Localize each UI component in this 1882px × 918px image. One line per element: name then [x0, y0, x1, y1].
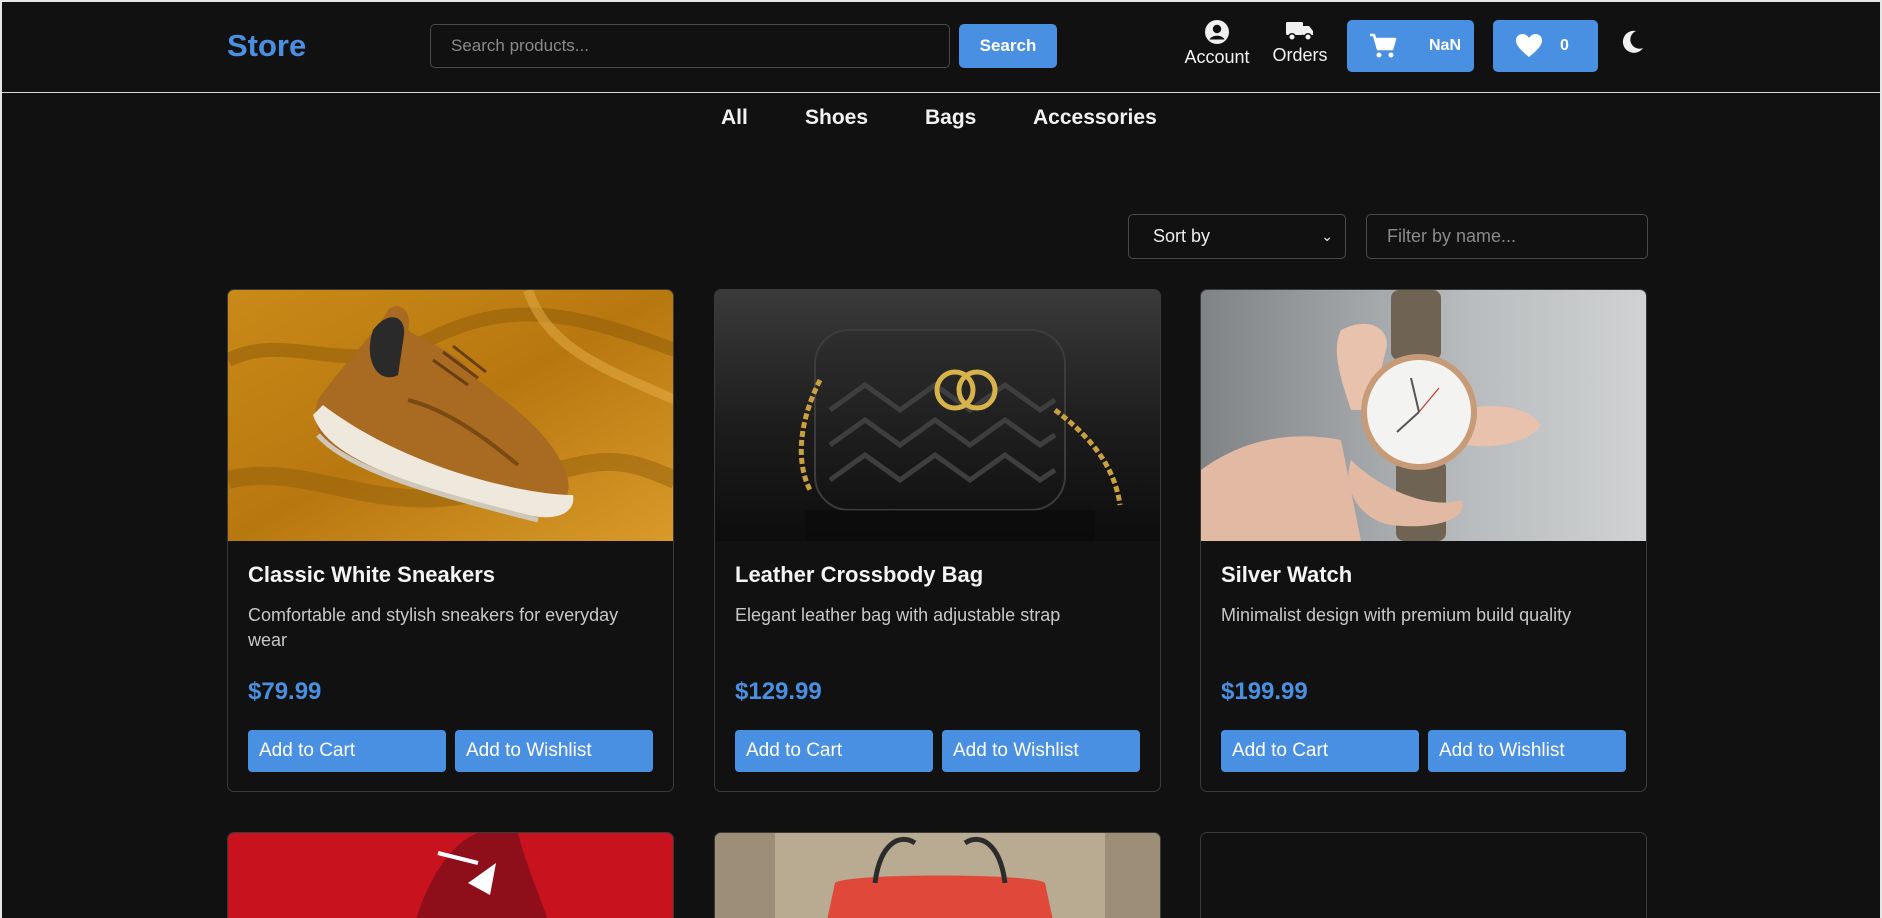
product-title[interactable]: Leather Crossbody Bag — [735, 562, 983, 588]
product-description: Comfortable and stylish sneakers for eve… — [248, 605, 619, 650]
category-all[interactable]: All — [721, 106, 748, 130]
orders-label: Orders — [1272, 45, 1328, 65]
product-price: $199.99 — [1221, 678, 1308, 705]
wishlist-button[interactable]: 0 — [1493, 20, 1598, 72]
cart-button[interactable]: NaN — [1347, 20, 1474, 72]
wishlist-count: 0 — [1560, 37, 1569, 54]
account-label: Account — [1184, 47, 1250, 67]
product-card: Leather Crossbody Bag Elegant leather ba… — [714, 289, 1161, 792]
product-image-placeholder[interactable] — [1201, 833, 1646, 918]
product-title[interactable]: Classic White Sneakers — [248, 562, 495, 588]
add-to-cart-button[interactable]: Add to Cart — [735, 730, 933, 772]
product-image-sneakers[interactable] — [228, 290, 673, 541]
add-to-wishlist-button[interactable]: Add to Wishlist — [455, 730, 653, 772]
product-image-watch[interactable] — [1201, 290, 1646, 541]
category-bags[interactable]: Bags — [925, 106, 976, 130]
theme-toggle[interactable] — [1619, 29, 1645, 60]
sort-select[interactable]: Sort by ⌄ — [1128, 214, 1346, 259]
product-card — [227, 832, 674, 918]
chevron-down-icon: ⌄ — [1321, 228, 1333, 244]
product-card: Silver Watch Minimalist design with prem… — [1200, 289, 1647, 792]
orders-link[interactable]: Orders — [1268, 19, 1332, 66]
account-icon — [1205, 20, 1229, 44]
search-button[interactable]: Search — [959, 24, 1057, 68]
site-header: Store Search Account Orders NaN — [2, 2, 1880, 93]
truck-icon — [1286, 22, 1313, 42]
add-to-cart-button[interactable]: Add to Cart — [1221, 730, 1419, 772]
product-image-red-sneaker[interactable] — [228, 833, 673, 918]
product-title[interactable]: Silver Watch — [1221, 562, 1352, 588]
filter-input[interactable] — [1366, 214, 1648, 259]
add-to-cart-button[interactable]: Add to Cart — [248, 730, 446, 772]
search-input[interactable] — [430, 24, 950, 68]
add-to-wishlist-button[interactable]: Add to Wishlist — [1428, 730, 1626, 772]
category-shoes[interactable]: Shoes — [805, 106, 868, 130]
product-description: Elegant leather bag with adjustable stra… — [735, 605, 1061, 625]
cart-count: NaN — [1429, 37, 1462, 54]
moon-icon — [1622, 30, 1643, 53]
heart-icon — [1516, 34, 1542, 57]
category-accessories[interactable]: Accessories — [1033, 106, 1157, 130]
cart-icon — [1370, 33, 1397, 58]
product-description: Minimalist design with premium build qua… — [1221, 605, 1572, 625]
add-to-wishlist-button[interactable]: Add to Wishlist — [942, 730, 1140, 772]
product-card — [714, 832, 1161, 918]
product-card: Classic White Sneakers Comfortable and s… — [227, 289, 674, 792]
product-image-red-bag[interactable] — [715, 833, 1160, 918]
sort-label: Sort by — [1153, 226, 1211, 246]
product-price: $79.99 — [248, 678, 322, 705]
store-logo[interactable]: Store — [227, 28, 306, 64]
product-image-bag[interactable] — [715, 290, 1160, 541]
account-link[interactable]: Account — [1180, 19, 1254, 68]
product-price: $129.99 — [735, 678, 822, 705]
product-card — [1200, 832, 1647, 918]
